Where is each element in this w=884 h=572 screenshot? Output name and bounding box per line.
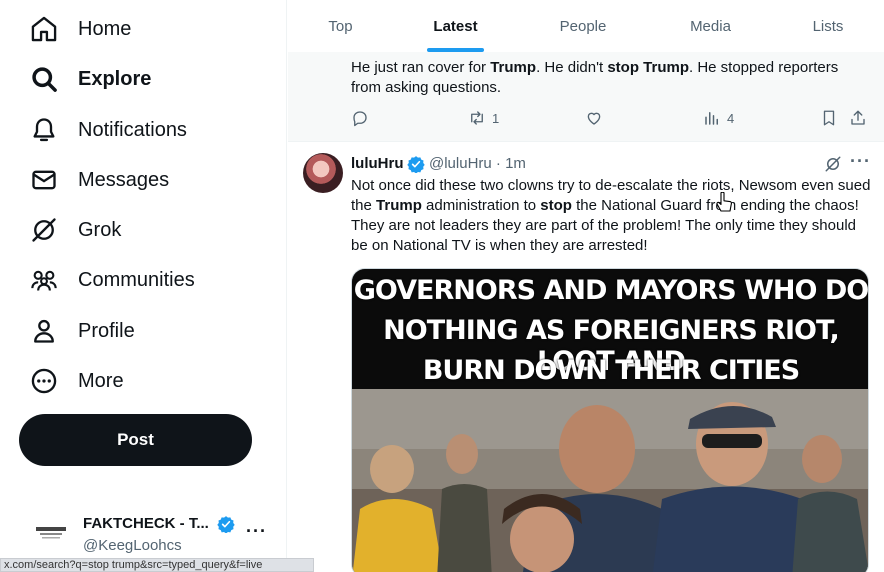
meme-caption-line: BURN DOWN THEIR CITIES [422, 355, 800, 386]
post-button[interactable]: Post [19, 414, 252, 466]
retweet-icon [471, 111, 483, 125]
more-circle-icon [28, 365, 60, 397]
photo-scene [352, 389, 868, 572]
account-more-icon[interactable]: ··· [246, 521, 267, 542]
share-icon [851, 110, 865, 125]
verified-badge-icon [217, 515, 235, 538]
bookmark-icon [823, 110, 835, 126]
tweet-author-handle[interactable]: @luluHru · 1m [429, 155, 526, 172]
envelope-icon [28, 164, 60, 196]
tweet-text: Not once did these two clowns try to de-… [351, 177, 871, 254]
nav-more[interactable]: More [28, 361, 124, 401]
nav-messages-label: Messages [78, 168, 170, 191]
reply-button[interactable] [351, 109, 369, 127]
mouse-pointer-icon [715, 191, 733, 219]
nav-communities[interactable]: Communities [28, 260, 195, 300]
tab-lists[interactable]: Lists [778, 0, 878, 52]
tweet-author-avatar[interactable] [303, 153, 343, 193]
account-switcher[interactable]: FAKTCHECK - T... @KeegLoohcs ··· [30, 506, 280, 556]
reply-icon [353, 111, 367, 127]
tab-media[interactable]: Media [653, 0, 768, 52]
search-tabs: Top Latest People Media Lists [288, 0, 884, 52]
views-button[interactable]: 4 [703, 109, 734, 127]
person-icon [28, 315, 60, 347]
sidebar: Home Explore Notifications Messages Grok… [0, 0, 287, 572]
tweet-media-image[interactable]: GOVERNORS AND MAYORS WHO DO NOTHING AS F… [351, 268, 869, 572]
nav-home-label: Home [78, 17, 132, 40]
tweet[interactable]: He just ran cover for Trump. He didn't s… [288, 52, 884, 142]
nav-notifications[interactable]: Notifications [28, 110, 187, 150]
like-button[interactable] [585, 109, 603, 127]
tweet[interactable]: luluHru @luluHru · 1m ··· Not once did t… [288, 143, 884, 572]
tab-latest[interactable]: Latest [398, 0, 513, 52]
nav-explore-label: Explore [78, 67, 152, 90]
tweet-author-name[interactable]: luluHru [351, 155, 404, 172]
nav-profile[interactable]: Profile [28, 311, 135, 351]
nav-profile-label: Profile [78, 319, 135, 342]
search-results-feed: Top Latest People Media Lists He just ra… [288, 0, 884, 572]
bell-icon [28, 114, 60, 146]
account-avatar [34, 522, 68, 542]
grok-explain-icon[interactable] [824, 155, 842, 178]
nav-more-label: More [78, 369, 124, 392]
communities-icon [28, 264, 60, 296]
heart-icon [587, 112, 601, 125]
share-button[interactable] [849, 109, 867, 127]
nav-grok[interactable]: Grok [28, 210, 121, 250]
retweet-button[interactable]: 1 [468, 109, 499, 127]
account-handle: @KeegLoohcs [83, 537, 182, 554]
nav-notifications-label: Notifications [78, 118, 187, 141]
tweet-actions: 1 4 [351, 109, 871, 129]
verified-badge-icon [407, 155, 425, 178]
nav-grok-label: Grok [78, 218, 122, 241]
meme-caption-line: GOVERNORS AND MAYORS WHO DO [353, 275, 869, 306]
nav-home[interactable]: Home [28, 9, 131, 49]
tweet-text: He just ran cover for Trump. He didn't s… [351, 59, 839, 96]
account-name: FAKTCHECK - T... [83, 515, 209, 532]
views-count: 4 [727, 110, 735, 126]
nav-messages[interactable]: Messages [28, 160, 169, 200]
retweet-count: 1 [492, 110, 500, 126]
views-icon [705, 112, 718, 125]
tweet-more-icon[interactable]: ··· [850, 151, 871, 172]
nav-explore[interactable]: Explore [28, 59, 151, 99]
bookmark-button[interactable] [820, 109, 838, 127]
search-icon [28, 63, 60, 95]
nav-communities-label: Communities [78, 268, 195, 291]
status-bar-url: x.com/search?q=stop trump&src=typed_quer… [0, 558, 314, 572]
tab-top[interactable]: Top [288, 0, 393, 52]
tab-people[interactable]: People [523, 0, 643, 52]
grok-icon [28, 214, 60, 246]
home-icon [28, 13, 60, 45]
